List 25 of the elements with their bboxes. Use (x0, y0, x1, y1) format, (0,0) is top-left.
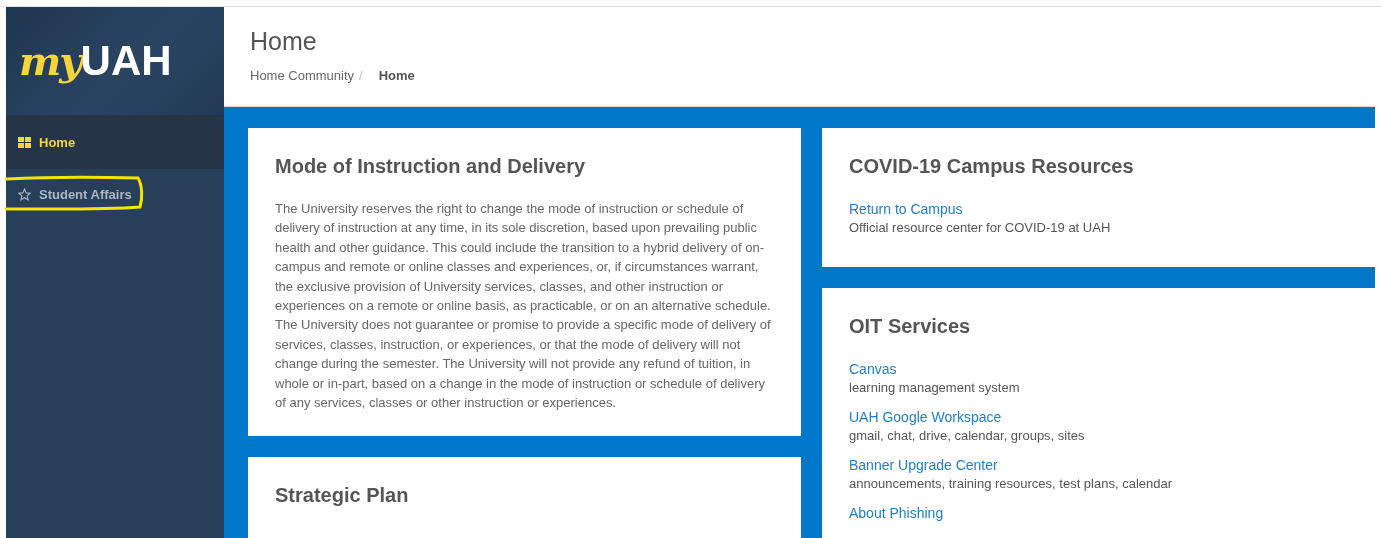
card-title: COVID-19 Campus Resources (849, 155, 1135, 178)
sidebar-item-label: Home (39, 134, 76, 150)
link-description: learning management system (849, 379, 1021, 397)
breadcrumb-separator: / (359, 68, 363, 83)
sidebar-item[interactable]: Home (6, 115, 224, 169)
card-title: Strategic Plan (275, 484, 410, 508)
link-description: announcements, training resources, test plans, calendar (849, 475, 1174, 493)
breadcrumb-link[interactable]: Home Community (250, 68, 355, 83)
link-description: Official resource center for COVID-19 at UAH (849, 219, 1112, 237)
star-icon (18, 187, 31, 201)
sidebar-item-label: Student Affairs (39, 186, 132, 202)
breadcrumb-link[interactable]: Home (378, 68, 415, 83)
link-description: gmail, chat, drive, calendar, groups, sites (849, 427, 1086, 445)
resource-link[interactable]: Return to Campus (849, 199, 1348, 219)
logo-script-text: my (19, 37, 81, 84)
card-title: OIT Services (849, 315, 972, 338)
card-title: Mode of Instruction and Delivery (275, 155, 587, 178)
card-paragraph: The University reserves the right to change the mode of instruction or schedule of delivery of instruction at any time, in its sole discretion, based upon prevailing public health and other guidance. This could include the transition to a hybrid delivery of on-campus and remote or online classes and experiences, or, if circumstances warrant, the exclusive provision of University services, classes, and other instruction or experiences on a remote or online basis, as practicable, or on an alternative schedule. The University does not guarantee or promise to provide a specific mode of delivery of services, classes, instruction, or experiences, or that the mode of delivery will not change during the semester. The University will not provide any refund of tuition, in whole or in-part, based on a change in the mode of instruction or schedule of delivery of any services, classes or other instruction or experiences. (275, 200, 772, 413)
resource-link[interactable]: Banner Upgrade Center (849, 455, 1348, 475)
resource-link[interactable]: Canvas (849, 359, 1348, 379)
resource-link[interactable]: About Phishing (849, 503, 1348, 523)
grid-icon (18, 136, 31, 148)
resource-link[interactable]: UAH Google Workspace (849, 407, 1348, 427)
page-title: Home (250, 27, 318, 56)
sidebar-item[interactable]: Student Affairs (6, 169, 224, 219)
